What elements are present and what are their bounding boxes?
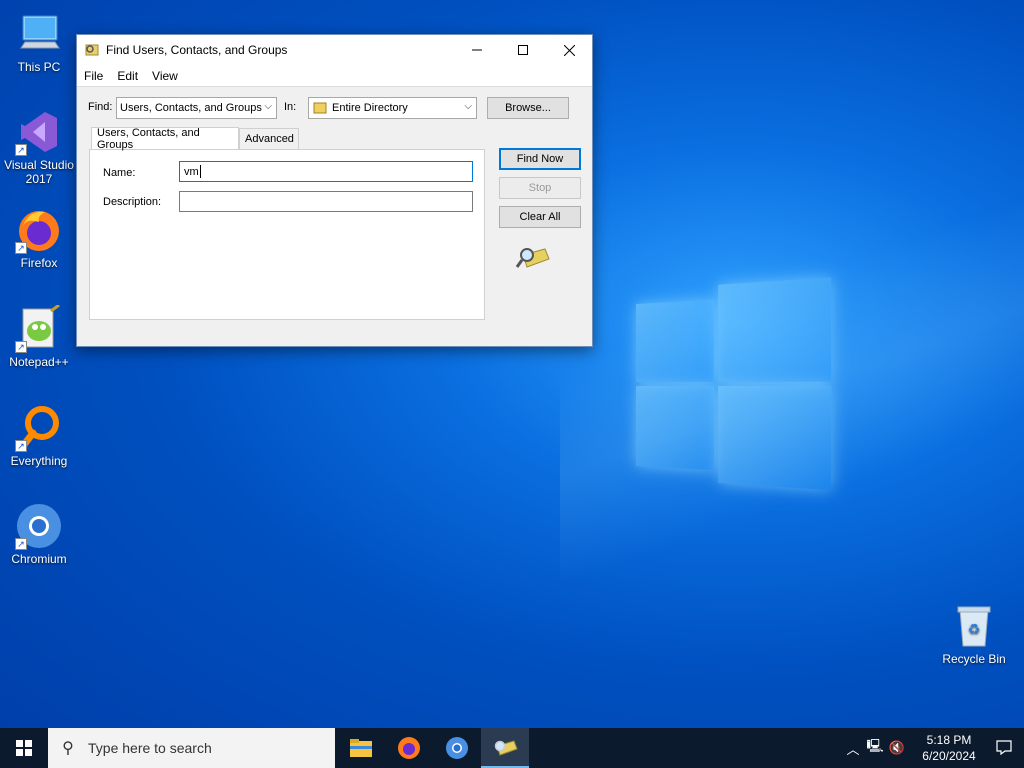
recycle-bin-icon: ♻ [950, 602, 998, 650]
directory-search-icon [85, 44, 99, 56]
volume-muted-icon[interactable]: 🔇 [886, 740, 908, 756]
stop-button[interactable]: Stop [499, 177, 581, 199]
shortcut-arrow-icon: ↗ [15, 440, 27, 452]
shortcut-arrow-icon: ↗ [15, 538, 27, 550]
desktop-icon-label: Visual Studio 2017 [4, 158, 74, 186]
everything-search-icon: ↗ [15, 404, 63, 452]
desktop-icon-visual-studio[interactable]: ↗ Visual Studio 2017 [1, 108, 77, 186]
system-tray: ︿ 🖳 🔇 5:18 PM 6/20/2024 [842, 728, 1024, 768]
description-label: Description: [103, 196, 162, 208]
browse-button[interactable]: Browse... [487, 97, 569, 119]
dialog-title: Find Users, Contacts, and Groups [106, 43, 288, 57]
firefox-icon: ↗ [15, 206, 63, 254]
windows-logo-icon [16, 740, 32, 756]
desktop-icon-label: Chromium [11, 552, 67, 566]
name-input-value: vm [184, 165, 199, 178]
maximize-button[interactable] [500, 35, 546, 65]
tab-users-contacts-groups[interactable]: Users, Contacts, and Groups [91, 127, 239, 151]
minimize-button[interactable] [454, 35, 500, 65]
find-now-button[interactable]: Find Now [499, 148, 581, 170]
desktop-icon-notepad-plus-plus[interactable]: ↗ Notepad++ [1, 303, 77, 369]
clock-date: 6/20/2024 [922, 749, 976, 763]
chromium-icon [446, 737, 468, 759]
taskbar-search-box[interactable]: ⚲ Type here to search [48, 728, 335, 768]
desktop-icon-this-pc[interactable]: This PC [1, 10, 77, 74]
menu-file[interactable]: File [77, 69, 110, 83]
in-location-value: Entire Directory [332, 102, 408, 114]
action-center-button[interactable] [984, 739, 1024, 758]
desktop-icon-label: Everything [10, 454, 68, 468]
shortcut-arrow-icon: ↗ [15, 341, 27, 353]
start-button[interactable] [0, 728, 48, 768]
desktop-icon-recycle-bin[interactable]: ♻ Recycle Bin [936, 602, 1012, 666]
text-caret [199, 165, 201, 178]
notification-icon [996, 739, 1012, 755]
find-users-dialog: Find Users, Contacts, and Groups File Ed… [76, 34, 593, 347]
in-location-select[interactable]: Entire Directory ⌵ [308, 97, 477, 119]
find-label: Find: [88, 101, 113, 113]
taskbar-file-explorer[interactable] [337, 728, 385, 768]
desktop-icon-chromium[interactable]: ↗ Chromium [1, 502, 77, 566]
folder-icon [350, 739, 372, 757]
tab-advanced[interactable]: Advanced [239, 128, 299, 149]
maximize-icon [518, 45, 528, 55]
desktop-icon-label: This PC [17, 60, 61, 74]
shortcut-arrow-icon: ↗ [15, 242, 27, 254]
find-type-value: Users, Contacts, and Groups [120, 102, 262, 114]
svg-text:♻: ♻ [968, 621, 981, 637]
chromium-icon: ↗ [15, 502, 63, 550]
shortcut-arrow-icon: ↗ [15, 144, 27, 156]
desktop-icon-label: Recycle Bin [942, 652, 1006, 666]
desktop-icon-label: Firefox [20, 256, 58, 270]
windows-wallpaper-logo [636, 277, 832, 493]
minimize-icon [472, 49, 482, 51]
taskbar-chromium[interactable] [433, 728, 481, 768]
in-label: In: [284, 101, 297, 113]
search-icon: ⚲ [62, 740, 74, 757]
find-type-select[interactable]: Users, Contacts, and Groups ⌵ [116, 97, 277, 119]
clear-all-button[interactable]: Clear All [499, 206, 581, 228]
desktop-icon-everything[interactable]: ↗ Everything [1, 404, 77, 468]
dialog-titlebar[interactable]: Find Users, Contacts, and Groups [77, 35, 592, 65]
chevron-down-icon: ⌵ [264, 101, 272, 112]
description-input[interactable] [179, 191, 473, 212]
close-button[interactable] [546, 35, 592, 65]
desktop-icon-firefox[interactable]: ↗ Firefox [1, 206, 77, 270]
menu-view[interactable]: View [145, 69, 185, 83]
directory-icon [313, 102, 327, 114]
name-input[interactable]: vm [179, 161, 473, 182]
clock-time: 5:18 PM [926, 733, 972, 747]
menu-bar: File Edit View [77, 65, 592, 87]
menu-edit[interactable]: Edit [110, 69, 145, 83]
taskbar: ⚲ Type here to search ︿ 🖳 🔇 5:18 PM 6/20… [0, 728, 1024, 768]
computer-icon [15, 10, 63, 58]
notepad-plus-plus-icon: ↗ [15, 303, 63, 353]
network-icon[interactable]: 🖳 [864, 737, 886, 759]
taskbar-find-users[interactable] [481, 728, 529, 768]
chevron-down-icon: ⌵ [464, 101, 472, 112]
name-label: Name: [103, 167, 136, 179]
taskbar-firefox[interactable] [385, 728, 433, 768]
directory-search-icon [494, 740, 518, 756]
visual-studio-icon: ↗ [15, 108, 63, 156]
clock[interactable]: 5:18 PM 6/20/2024 [914, 732, 984, 764]
tab-panel: Name: vm Description: [89, 149, 485, 320]
close-icon [563, 44, 575, 56]
chevron-up-icon[interactable]: ︿ [842, 739, 864, 758]
desktop-icon-label: Notepad++ [9, 355, 69, 369]
search-placeholder: Type here to search [88, 740, 212, 756]
search-animation-icon [515, 248, 550, 268]
firefox-icon [398, 737, 420, 759]
